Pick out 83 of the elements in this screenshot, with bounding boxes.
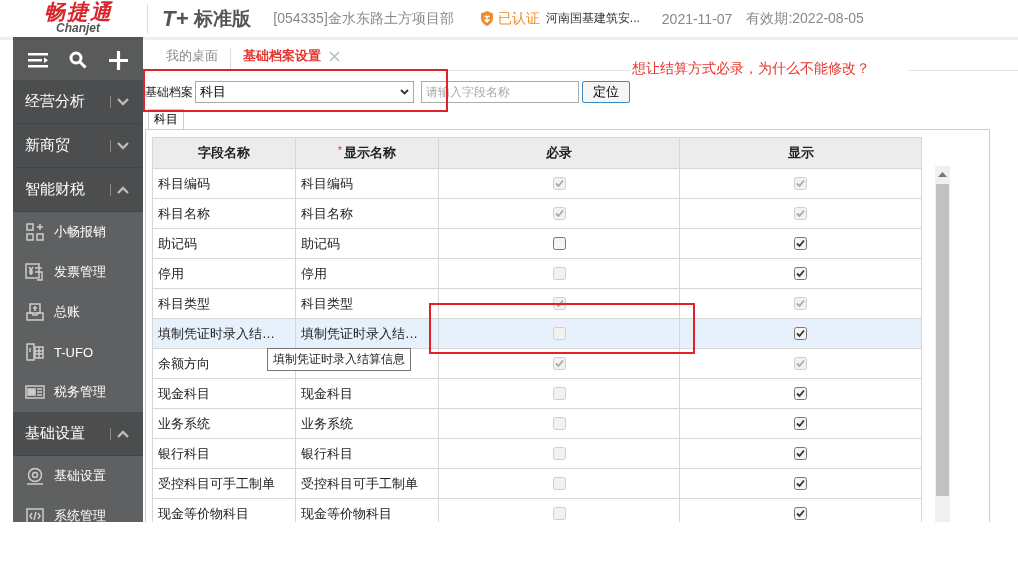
table-cell: 填制凭证时录入结…	[158, 325, 275, 341]
chevron-down-icon	[117, 141, 129, 150]
table-cell: 现金科目	[158, 385, 210, 401]
brand-logo-subtext: Chanjet	[56, 22, 100, 34]
menu-icon[interactable]	[27, 52, 48, 68]
table-cell: 科目类型	[158, 295, 210, 311]
chevron-up-icon	[117, 429, 129, 438]
checkbox[interactable]	[794, 327, 807, 340]
chevron-down-icon	[117, 97, 129, 106]
table-cell: 银行科目	[301, 445, 353, 461]
account-name: [054335]金水东路土方项目部	[273, 9, 454, 28]
sidebar-item[interactable]: 系统管理	[13, 496, 143, 522]
close-icon[interactable]	[329, 50, 340, 62]
tax-card-icon	[25, 385, 45, 399]
column-header: *显示名称	[295, 137, 439, 169]
column-header: 字段名称	[152, 137, 296, 169]
tab[interactable]: 基础档案设置	[230, 48, 352, 70]
sidebar-section[interactable]: 新商贸	[13, 124, 143, 168]
checkbox[interactable]	[552, 237, 566, 250]
scrollbar[interactable]	[935, 166, 950, 522]
table-cell: 业务系统	[301, 415, 353, 431]
sidebar-section[interactable]: 经营分析	[13, 80, 143, 124]
expiry-date: 有效期:2022-08-05	[746, 9, 864, 28]
login-date: 2021-11-07	[661, 10, 733, 27]
sidebar-item[interactable]: 总账	[13, 292, 143, 332]
table-cell: 现金科目	[301, 385, 353, 401]
checkbox[interactable]	[794, 507, 807, 520]
column-header: 必录	[438, 137, 680, 169]
sub-tab[interactable]: 科目	[148, 109, 184, 129]
checkbox[interactable]	[794, 237, 807, 250]
checkbox[interactable]	[794, 267, 807, 280]
table-cell: 受控科目可手工制单	[301, 475, 418, 491]
required-marker: *	[337, 144, 343, 156]
sidebar-item[interactable]: 基础设置	[13, 456, 143, 496]
column-header: 显示	[679, 137, 922, 169]
checkbox[interactable]	[794, 387, 807, 400]
sidebar-item[interactable]: 小畅报销	[13, 212, 143, 252]
invoice-icon	[25, 263, 45, 281]
table-cell: 助记码	[301, 235, 340, 251]
sidebar-item[interactable]: T-UFO	[13, 332, 143, 372]
tooltip: 填制凭证时录入结算信息	[267, 348, 411, 371]
add-icon[interactable]	[109, 50, 129, 70]
product-mark: T+	[162, 5, 189, 32]
scroll-up-icon[interactable]	[938, 172, 947, 177]
table-cell: 银行科目	[158, 445, 210, 461]
gear-icon	[26, 467, 44, 485]
table-cell: 余额方向	[158, 355, 210, 371]
sidebar-item[interactable]: 发票管理	[13, 252, 143, 292]
table-cell: 业务系统	[158, 415, 210, 431]
sidebar-section[interactable]: 智能财税	[13, 168, 143, 212]
table-cell: 现金等价物科目	[158, 505, 249, 521]
shield-icon	[479, 11, 494, 26]
verified-label: 已认证	[497, 9, 540, 28]
checkbox[interactable]	[794, 447, 807, 460]
chevron-up-icon	[117, 185, 129, 194]
caret-icon	[400, 89, 409, 95]
tab[interactable]: 我的桌面	[166, 48, 230, 70]
table-cell: 受控科目可手工制单	[158, 475, 275, 491]
table-cell: 科目类型	[301, 295, 353, 311]
search-icon[interactable]	[69, 51, 88, 69]
sidebar-section[interactable]: 基础设置	[13, 412, 143, 456]
table-cell: 科目编码	[301, 175, 353, 191]
code-icon	[26, 508, 44, 522]
inbox-icon	[26, 303, 44, 321]
brand-logo-text: 畅捷通	[43, 1, 113, 22]
table-cell: 科目名称	[301, 205, 353, 221]
company-name: 河南国基建筑安...	[545, 10, 640, 27]
sidebar-item[interactable]: 税务管理	[13, 372, 143, 412]
table-cell: 停用	[158, 265, 184, 281]
checkbox[interactable]	[794, 477, 807, 490]
table-cell: 停用	[301, 265, 327, 281]
table-cell: 科目名称	[158, 205, 210, 221]
table-cell: 科目编码	[158, 175, 210, 191]
locate-button[interactable]: 定位	[582, 81, 630, 103]
field-label: 基础档案	[145, 83, 193, 101]
checkbox[interactable]	[794, 417, 807, 430]
table-cell: 现金等价物科目	[301, 505, 392, 521]
archive-select[interactable]: 科目	[195, 81, 414, 103]
product-name: 标准版	[194, 6, 252, 31]
table-cell: 填制凭证时录入结…	[301, 325, 418, 341]
table-cell: 助记码	[158, 235, 197, 251]
building-icon	[26, 343, 44, 361]
app-grid-icon	[26, 223, 44, 241]
